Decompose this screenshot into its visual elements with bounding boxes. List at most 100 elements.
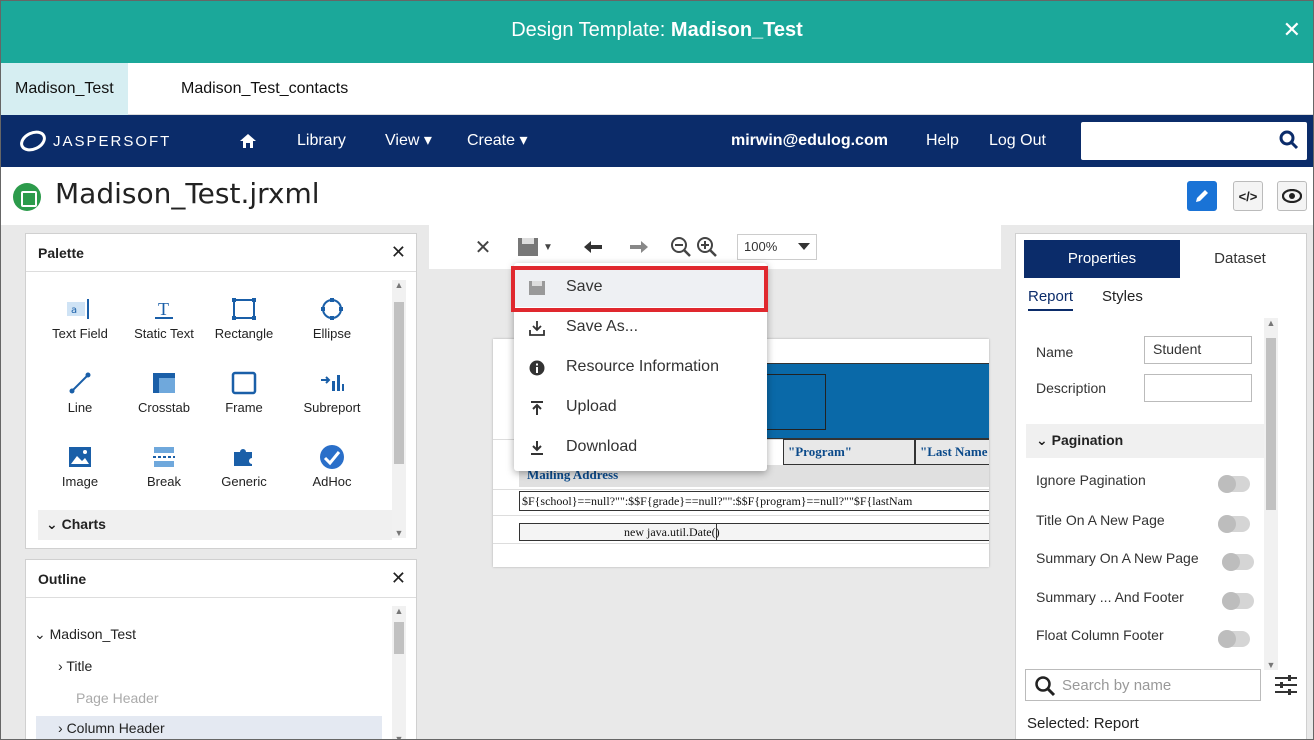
palette-label: Frame xyxy=(225,400,263,415)
scroll-down-icon[interactable]: ▼ xyxy=(394,734,404,739)
outline-item-column-header[interactable]: › Column Header xyxy=(36,716,382,739)
palette-generic[interactable]: Generic xyxy=(204,440,284,489)
chevron-right-icon: › xyxy=(58,658,63,674)
palette-rectangle[interactable]: Rectangle xyxy=(204,292,284,341)
zoom-out-button[interactable] xyxy=(669,233,693,261)
close-editor-icon[interactable]: ✕ xyxy=(471,233,495,261)
palette-close-button[interactable]: ✕ xyxy=(391,242,406,263)
line-icon xyxy=(69,372,91,394)
menu-upload[interactable]: Upload xyxy=(514,389,767,427)
selected-status: Selected: Report xyxy=(1027,715,1139,732)
outline-item-root[interactable]: ⌄ Madison_Test xyxy=(34,626,136,643)
scroll-up-icon[interactable]: ▲ xyxy=(394,280,404,290)
search-placeholder: Search by name xyxy=(1062,677,1172,694)
scroll-thumb[interactable] xyxy=(1266,338,1276,510)
nav-user[interactable]: mirwin@edulog.com xyxy=(731,115,888,167)
name-input[interactable]: Student xyxy=(1144,336,1252,364)
filter-settings-icon[interactable] xyxy=(1273,673,1299,700)
summary-footer-toggle[interactable] xyxy=(1222,592,1254,610)
outline-item-label: Madison_Test xyxy=(49,626,137,642)
palette-ellipse[interactable]: Ellipse xyxy=(292,292,372,341)
palette-static-text[interactable]: T Static Text xyxy=(124,292,204,341)
properties-scrollbar[interactable]: ▲ ▼ xyxy=(1264,318,1278,670)
home-button[interactable] xyxy=(239,115,257,167)
palette-line[interactable]: Line xyxy=(40,366,120,415)
palette-text-field[interactable]: a Text Field xyxy=(40,292,120,341)
property-search-input[interactable]: Search by name xyxy=(1025,669,1261,701)
scroll-down-icon[interactable]: ▼ xyxy=(1266,660,1276,670)
upload-icon xyxy=(531,401,543,415)
ellipse-icon xyxy=(321,298,343,320)
float-column-footer-toggle[interactable] xyxy=(1218,630,1250,648)
outline-item-page-header[interactable]: Page Header xyxy=(76,690,159,706)
preview-mode-button[interactable] xyxy=(1277,181,1307,211)
scroll-down-icon[interactable]: ▼ xyxy=(394,528,404,538)
menu-resource-information[interactable]: Resource Information xyxy=(514,349,767,387)
top-navbar: JASPERSOFT Library View ▾ Create ▾ mirwi… xyxy=(1,115,1313,167)
palette-label: Ellipse xyxy=(312,326,352,341)
scroll-thumb[interactable] xyxy=(394,302,404,464)
dialog-title: Design Template: Madison_Test xyxy=(1,19,1313,42)
palette-panel: Palette ✕ a Text Field T Static Text Rec… xyxy=(25,233,417,549)
subtab-report[interactable]: Report xyxy=(1028,288,1074,311)
tab-madison-test-contacts[interactable]: Madison_Test_contacts xyxy=(167,63,362,115)
tab-dataset[interactable]: Dataset xyxy=(1180,240,1300,278)
redo-button[interactable] xyxy=(625,233,653,261)
nav-library[interactable]: Library xyxy=(297,115,346,167)
logo-text: JASPERSOFT xyxy=(53,132,172,150)
palette-subreport[interactable]: Subreport xyxy=(292,366,372,415)
header-last-name[interactable]: "Last Name xyxy=(915,439,989,465)
dialog-close-button[interactable]: ✕ xyxy=(1283,17,1301,43)
menu-item-label: Save As... xyxy=(566,318,639,335)
menu-download[interactable]: Download xyxy=(514,429,767,467)
save-dropdown-button[interactable]: ▼ xyxy=(515,233,555,261)
palette-crosstab[interactable]: Crosstab xyxy=(124,366,204,415)
scroll-up-icon[interactable]: ▲ xyxy=(1266,318,1276,328)
outline-scrollbar[interactable]: ▲ ▼ xyxy=(392,606,406,739)
undo-button[interactable] xyxy=(579,233,607,261)
palette-title: Palette xyxy=(38,245,84,261)
outline-close-button[interactable]: ✕ xyxy=(391,568,406,589)
subtab-styles[interactable]: Styles xyxy=(1102,288,1143,305)
tab-properties[interactable]: Properties xyxy=(1024,240,1180,278)
nav-logout[interactable]: Log Out xyxy=(989,115,1046,167)
footer-band[interactable]: new java.util.Date() xyxy=(519,523,989,541)
palette-charts-section[interactable]: ⌄ Charts xyxy=(38,510,392,540)
nav-create[interactable]: Create ▾ xyxy=(467,115,528,167)
tab-madison-test[interactable]: Madison_Test xyxy=(1,63,128,115)
palette-image[interactable]: Image xyxy=(40,440,120,489)
band-guide xyxy=(493,515,989,516)
zoom-select[interactable]: 100% xyxy=(737,234,817,260)
nav-help[interactable]: Help xyxy=(926,115,959,167)
scroll-up-icon[interactable]: ▲ xyxy=(394,606,404,616)
description-input[interactable] xyxy=(1144,374,1252,402)
header-program[interactable]: "Program" xyxy=(783,439,915,465)
detail-expression[interactable]: $F{school}==null?"":$$F{grade}==null?"":… xyxy=(519,491,989,511)
palette-scrollbar[interactable]: ▲ ▼ xyxy=(392,280,406,538)
pagination-section[interactable]: ⌄ Pagination xyxy=(1026,424,1264,458)
search-icon[interactable] xyxy=(1279,130,1299,150)
palette-label: AdHoc xyxy=(312,474,352,489)
source-mode-button[interactable]: </> xyxy=(1233,181,1263,211)
info-icon xyxy=(529,360,545,376)
outline-item-title[interactable]: › Title xyxy=(58,658,92,674)
palette-frame[interactable]: Frame xyxy=(204,366,284,415)
global-search-input[interactable] xyxy=(1081,122,1307,160)
zoom-in-button[interactable] xyxy=(695,233,719,261)
menu-save-as[interactable]: Save As... xyxy=(514,309,767,347)
scroll-thumb[interactable] xyxy=(394,622,404,654)
design-mode-button[interactable] xyxy=(1187,181,1217,211)
palette-adhoc[interactable]: AdHoc xyxy=(292,440,372,489)
text-field-icon: a xyxy=(67,299,89,319)
outline-header: Outline ✕ xyxy=(26,560,416,598)
jaspersoft-logo[interactable]: JASPERSOFT xyxy=(19,129,171,153)
text-cursor xyxy=(716,524,717,540)
palette-break[interactable]: Break xyxy=(124,440,204,489)
ignore-pagination-toggle[interactable] xyxy=(1218,475,1250,493)
jaspersoft-logo-icon xyxy=(20,130,46,152)
title-new-page-toggle[interactable] xyxy=(1218,515,1250,533)
caret-down-icon: ▼ xyxy=(543,241,553,253)
home-icon xyxy=(240,134,256,148)
summary-new-page-toggle[interactable] xyxy=(1222,553,1254,571)
nav-view[interactable]: View ▾ xyxy=(385,115,432,167)
